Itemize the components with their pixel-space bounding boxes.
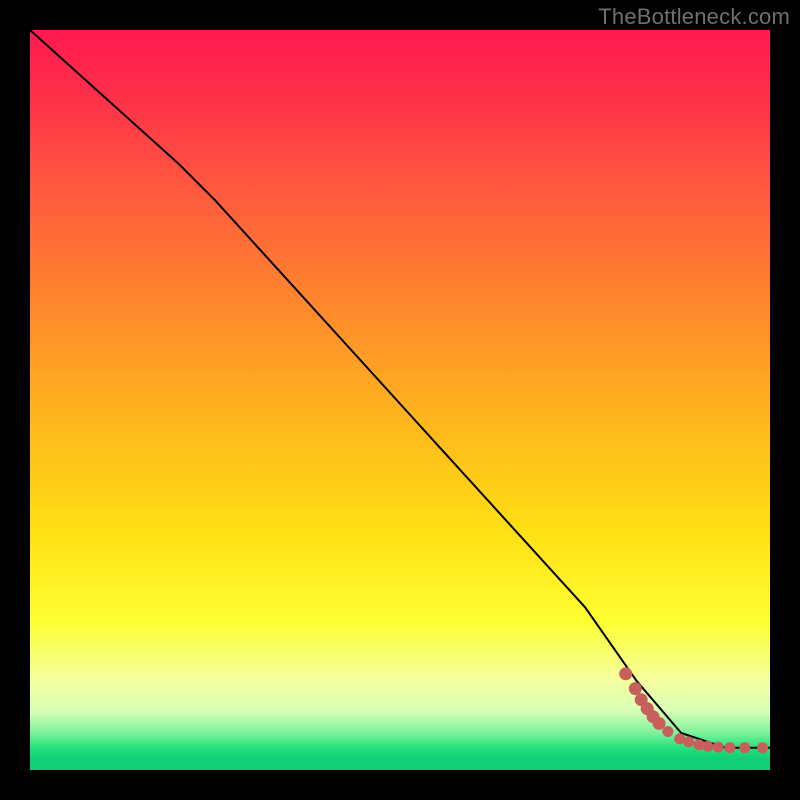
sample-dot [739,742,750,753]
sample-dot [713,742,724,753]
attribution-text: TheBottleneck.com [598,4,790,30]
sample-dots [619,667,768,753]
bottleneck-curve [30,30,770,748]
plot-area [30,30,770,770]
sample-dot [725,742,736,753]
sample-dot [702,741,713,752]
sample-dot [683,736,694,747]
chart-overlay-svg [30,30,770,770]
sample-dot [757,742,768,753]
chart-stage: TheBottleneck.com [0,0,800,800]
sample-dot [629,682,642,695]
sample-dot [662,726,673,737]
sample-dot [619,667,632,680]
sample-dot [653,717,666,730]
